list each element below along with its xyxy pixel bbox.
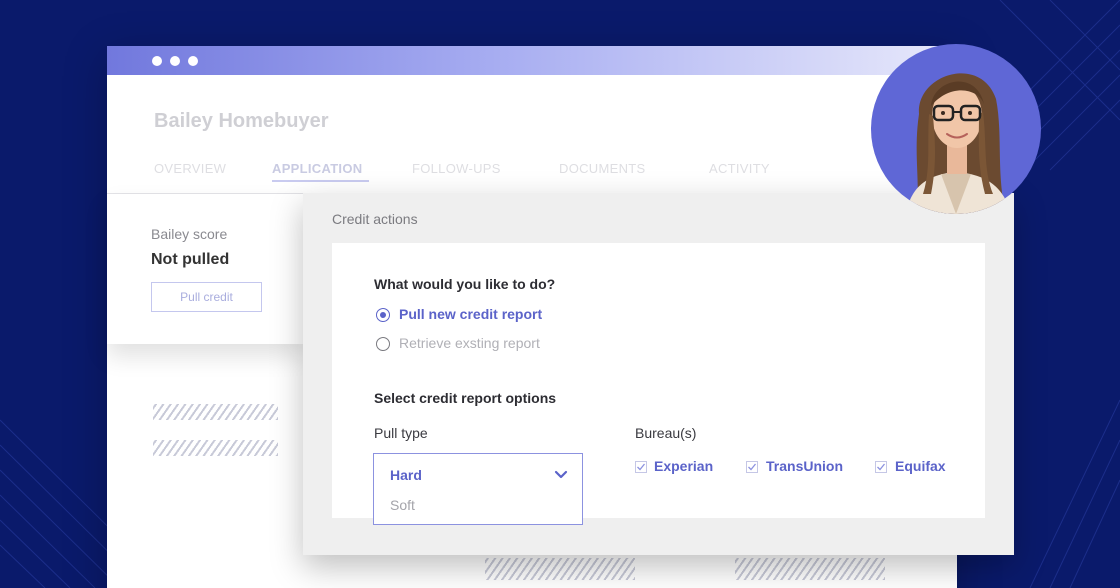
options-section-title: Select credit report options <box>374 390 557 406</box>
pull-type-label: Pull type <box>374 425 428 441</box>
score-label: Bailey score <box>151 226 228 242</box>
user-avatar <box>871 44 1041 214</box>
tab-overview[interactable]: OVERVIEW <box>154 161 226 176</box>
applicant-name: Bailey Homebuyer <box>154 110 329 132</box>
chevron-down-icon[interactable] <box>552 466 570 484</box>
bureau-experian[interactable]: Experian <box>654 458 713 474</box>
action-question: What would you like to do? <box>374 276 556 292</box>
tab-follow-ups[interactable]: FOLLOW-UPS <box>412 161 501 176</box>
placeholder-bar <box>153 404 278 420</box>
active-tab-underline <box>272 180 369 182</box>
pull-type-option-soft[interactable]: Soft <box>390 497 415 513</box>
radio-selected-icon[interactable] <box>376 308 390 322</box>
window-dot <box>170 56 180 66</box>
placeholder-bar <box>153 440 278 456</box>
pull-credit-button[interactable]: Pull credit <box>151 282 262 312</box>
option-retrieve-existing-report[interactable]: Retrieve exsting report <box>399 335 540 351</box>
score-card: Bailey score Not pulled Pull credit <box>107 194 307 344</box>
modal-title: Credit actions <box>332 211 418 227</box>
checkbox-checked-icon[interactable] <box>875 461 887 473</box>
window-dot <box>152 56 162 66</box>
placeholder-bar <box>735 558 885 580</box>
bureau-transunion[interactable]: TransUnion <box>766 458 843 474</box>
window-dot <box>188 56 198 66</box>
person-photo <box>906 73 1011 214</box>
checkbox-checked-icon[interactable] <box>635 461 647 473</box>
credit-actions-modal: Credit actions What would you like to do… <box>303 193 1014 555</box>
bureau-equifax[interactable]: Equifax <box>895 458 946 474</box>
pull-type-selected[interactable]: Hard <box>390 467 422 483</box>
checkbox-checked-icon[interactable] <box>746 461 758 473</box>
pull-type-dropdown[interactable]: Hard Soft <box>373 453 583 525</box>
placeholder-bar <box>485 558 635 580</box>
option-pull-new-report[interactable]: Pull new credit report <box>399 306 542 322</box>
window-titlebar <box>107 46 957 75</box>
bureaus-label: Bureau(s) <box>635 425 697 441</box>
tab-documents[interactable]: DOCUMENTS <box>559 161 645 176</box>
modal-body: What would you like to do? Pull new cred… <box>332 243 985 525</box>
score-value: Not pulled <box>151 251 230 268</box>
tab-activity[interactable]: ACTIVITY <box>709 161 770 176</box>
radio-empty-icon[interactable] <box>376 337 390 351</box>
tab-application[interactable]: APPLICATION <box>272 161 362 176</box>
